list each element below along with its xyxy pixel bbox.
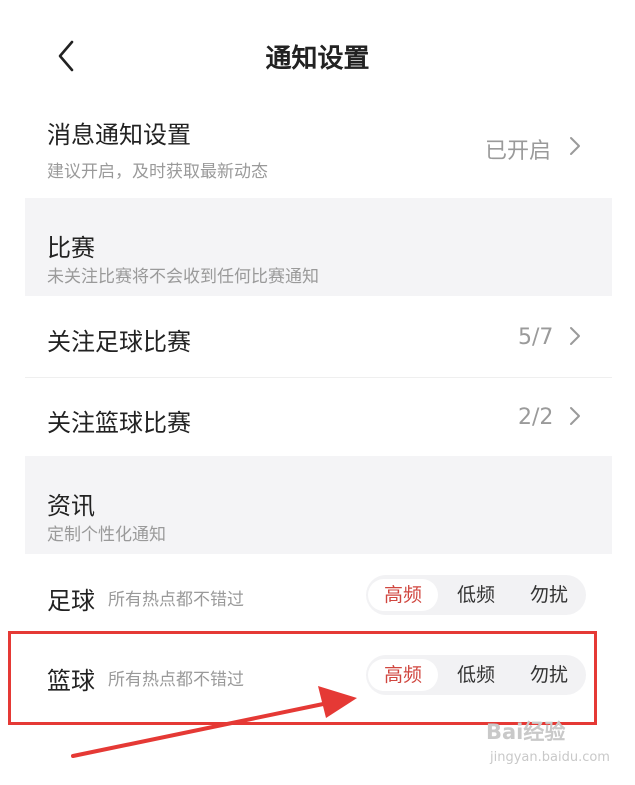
football-low-frequency-option[interactable]: 低频 [441, 579, 511, 611]
match-section-description: 未关注比赛将不会收到任何比赛通知 [47, 267, 319, 287]
chevron-right-icon [570, 137, 580, 155]
message-notification-status: 已开启 [485, 139, 552, 164]
follow-basketball-label: 关注篮球比赛 [47, 409, 191, 437]
news-section-title: 资讯 [47, 492, 95, 520]
match-section-header: 比赛 未关注比赛将不会收到任何比赛通知 [25, 198, 612, 296]
football-frequency-selector: 高频 低频 勿扰 [366, 575, 586, 615]
follow-basketball-row[interactable]: 关注篮球比赛 2/2 [25, 378, 612, 456]
football-news-description: 所有热点都不错过 [108, 590, 244, 610]
football-do-not-disturb-option[interactable]: 勿扰 [514, 579, 584, 611]
message-notification-description: 建议开启，及时获取最新动态 [47, 162, 268, 182]
chevron-right-icon [570, 327, 580, 345]
news-section-header: 资讯 定制个性化通知 [25, 456, 612, 554]
follow-basketball-count: 2/2 [518, 405, 554, 430]
follow-football-row[interactable]: 关注足球比赛 5/7 [25, 298, 612, 376]
header: 通知设置 [0, 0, 635, 110]
football-news-label: 足球 [47, 587, 95, 615]
follow-football-count: 5/7 [518, 325, 554, 350]
football-high-frequency-option[interactable]: 高频 [368, 579, 438, 611]
chevron-right-icon [570, 407, 580, 425]
message-notification-label: 消息通知设置 [47, 121, 191, 149]
match-section-title: 比赛 [47, 234, 95, 262]
news-section-description: 定制个性化通知 [47, 525, 166, 545]
page-title: 通知设置 [265, 44, 370, 74]
watermark: Bai经验 jingyan.baidu.com [486, 708, 610, 773]
message-notification-row[interactable]: 消息通知设置 建议开启，及时获取最新动态 已开启 [25, 110, 612, 198]
watermark-brand: Bai经验 [486, 720, 566, 744]
watermark-url: jingyan.baidu.com [490, 750, 610, 765]
follow-football-label: 关注足球比赛 [47, 328, 191, 356]
